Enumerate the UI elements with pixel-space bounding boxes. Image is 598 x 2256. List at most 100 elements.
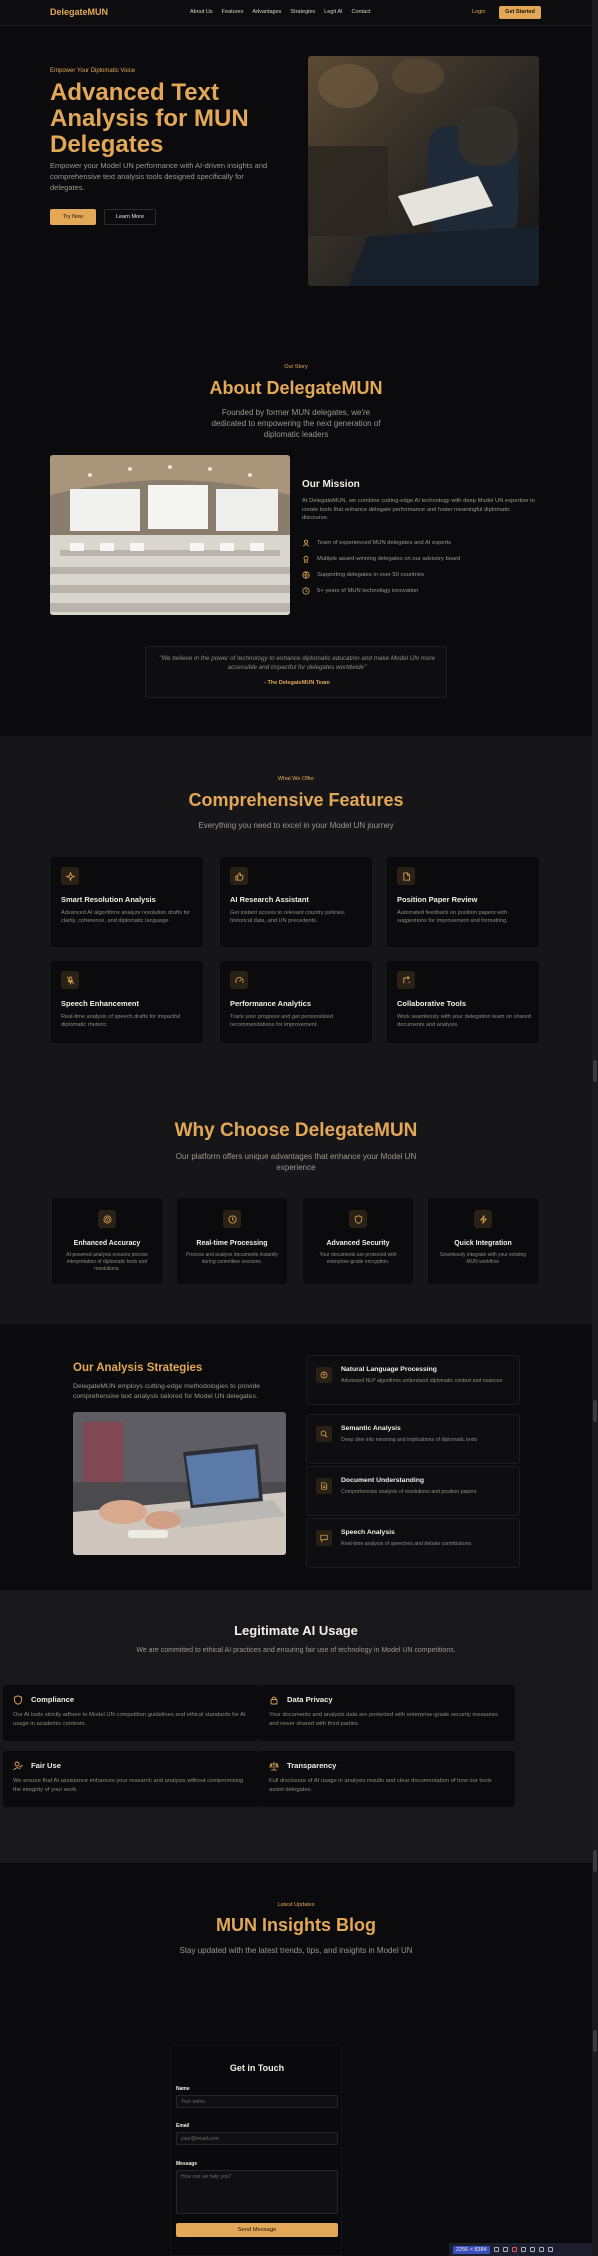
grid-icon[interactable] [520, 2247, 526, 2252]
legit-card-title: Fair Use [31, 1761, 61, 1770]
hero-subtitle: Empower your Model UN performance with A… [50, 161, 268, 192]
sparkle-icon [65, 871, 75, 881]
nav-link-about[interactable]: About Us [190, 9, 213, 15]
mission-point-text: Multiple award-winning delegates on our … [317, 556, 461, 562]
name-field[interactable]: Your name [176, 2095, 338, 2108]
mission-point: Supporting delegates in over 50 countrie… [302, 567, 538, 583]
conference-hall-photo [50, 455, 290, 615]
feature-card[interactable]: AI Research Assistant Get instant access… [220, 857, 372, 947]
strategy-card[interactable]: Speech Analysis Real-time analysis of sp… [306, 1518, 520, 1568]
nav-link-features[interactable]: Features [222, 9, 244, 15]
login-link[interactable]: Login [472, 9, 485, 15]
mission-points: Team of experienced MUN delegates and AI… [302, 535, 538, 599]
hero-photo-delegates [308, 56, 539, 286]
about-title: About DelegateMUN [209, 378, 383, 398]
share-icon [402, 975, 410, 983]
mission-point-text: 5+ years of MUN technology innovation [317, 588, 419, 594]
strategy-card[interactable]: Natural Language Processing Advanced NLP… [306, 1355, 520, 1405]
get-started-button[interactable]: Get Started [499, 6, 541, 19]
legit-card-desc: Our AI tools strictly adhere to Model UN… [13, 1712, 246, 1727]
feature-card[interactable]: Position Paper Review Automated feedback… [387, 857, 539, 947]
why-subtitle: Our platform offers unique advantages th… [175, 1152, 417, 1172]
strategy-desc: Comprehensive analysis of resolutions an… [341, 1489, 477, 1495]
send-message-button[interactable]: Send Message [176, 2223, 338, 2237]
mission-point: 5+ years of MUN technology innovation [302, 583, 538, 599]
advantage-title: Quick Integration [454, 1240, 512, 1247]
strategy-title: Document Understanding [341, 1477, 425, 1484]
thumbs-up-icon [234, 871, 244, 881]
nav-link-contact[interactable]: Contact [352, 9, 371, 15]
advantage-desc: AI-powered analysis ensures precise inte… [66, 1252, 148, 1272]
target-icon [103, 1215, 111, 1223]
feature-desc: Advanced AI algorithms analyze resolutio… [61, 910, 191, 924]
advantage-card[interactable]: Enhanced Accuracy AI-powered analysis en… [52, 1198, 162, 1284]
feature-desc: Get instant access to relevant country p… [230, 910, 346, 924]
advantage-card[interactable]: Real-time Processing Process and analyze… [177, 1198, 287, 1284]
quote-author: - The DelegateMUN Team [264, 680, 330, 686]
legit-card-desc: Your documents and analysis data are pro… [269, 1712, 498, 1727]
quote-text: "We believe in the power of technology t… [159, 655, 435, 671]
strategy-card[interactable]: Semantic Analysis Deep dive into meaning… [306, 1414, 520, 1464]
contact-form: Get in Touch Name Your name Email your@e… [170, 2045, 342, 2256]
about-eyebrow: Our Story [284, 364, 308, 370]
legit-card[interactable]: Compliance Our AI tools strictly adhere … [3, 1685, 259, 1741]
hero-title: Advanced Text Analysis for MUN Delegates [50, 79, 249, 158]
shield-icon [354, 1214, 362, 1224]
feature-desc: Track your progress and get personalized… [230, 1014, 334, 1028]
learn-more-button[interactable]: Learn More [104, 209, 156, 225]
legit-card[interactable]: Data Privacy Your documents and analysis… [259, 1685, 515, 1741]
legit-subtitle: We are committed to ethical AI practices… [136, 1647, 456, 1654]
strategy-title: Natural Language Processing [341, 1366, 437, 1373]
name-label: Name [176, 2086, 190, 2092]
feature-title: Position Paper Review [397, 895, 478, 904]
advantage-card[interactable]: Advanced Security Your documents are pro… [303, 1198, 413, 1284]
try-now-button[interactable]: Try Now [50, 209, 96, 225]
strategy-title: Speech Analysis [341, 1529, 395, 1536]
nav-link-strategies[interactable]: Strategies [290, 9, 315, 15]
mission-title: Our Mission [302, 479, 360, 490]
strategies-subtitle: DelegateMUN employs cutting-edge methodo… [73, 1383, 261, 1400]
team-quote: "We believe in the power of technology t… [145, 646, 447, 698]
page-scrollbar[interactable] [592, 0, 598, 2256]
strategy-title: Semantic Analysis [341, 1425, 401, 1432]
legit-title: Legitimate AI Usage [234, 1623, 358, 1638]
legit-card-title: Data Privacy [287, 1695, 333, 1704]
feature-desc: Real-time analysis of speech drafts for … [61, 1014, 181, 1028]
gauge-icon [235, 976, 243, 983]
email-field[interactable]: your@email.com [176, 2132, 338, 2145]
legit-card[interactable]: Transparency Full disclosure of AI usage… [259, 1751, 515, 1807]
edit-icon[interactable] [538, 2247, 544, 2252]
shield-icon [13, 1695, 23, 1705]
feature-card[interactable]: Speech Enhancement Real-time analysis of… [51, 961, 203, 1043]
strategies-title: Our Analysis Strategies [73, 1362, 203, 1374]
nav-link-legit-ai[interactable]: Legit AI [324, 9, 342, 15]
document-icon [402, 871, 410, 881]
strategy-card[interactable]: Document Understanding Comprehensive ana… [306, 1466, 520, 1516]
feature-title: Collaborative Tools [397, 999, 467, 1008]
mission-point-text: Team of experienced MUN delegates and AI… [317, 540, 452, 546]
mission-point: Team of experienced MUN delegates and AI… [302, 535, 538, 551]
legit-card[interactable]: Fair Use We ensure that AI assistance en… [3, 1751, 259, 1807]
advantage-desc: Your documents are protected with enterp… [319, 1252, 397, 1265]
advantage-title: Enhanced Accuracy [73, 1240, 141, 1247]
crop-icon[interactable] [502, 2247, 508, 2252]
legit-card-desc: Full disclosure of AI usage in analysis … [269, 1778, 492, 1793]
brand-logo[interactable]: DelegateMUN [50, 7, 108, 17]
laptop-meeting-photo [73, 1412, 286, 1555]
record-icon[interactable] [511, 2247, 517, 2252]
legit-card-title: Compliance [31, 1695, 75, 1704]
settings-icon[interactable] [547, 2247, 553, 2252]
hero-eyebrow: Empower Your Diplomatic Voice [50, 68, 136, 74]
brain-icon [320, 1371, 328, 1379]
nav-link-advantages[interactable]: Advantages [252, 9, 281, 15]
mission-point-text: Supporting delegates in over 50 countrie… [317, 572, 424, 578]
feature-card[interactable]: Smart Resolution Analysis Advanced AI al… [51, 857, 203, 947]
message-field[interactable]: How can we help you? [176, 2170, 338, 2214]
close-icon[interactable] [529, 2247, 535, 2252]
feature-card[interactable]: Collaborative Tools Work seamlessly with… [387, 961, 539, 1043]
user-check-icon [13, 1761, 23, 1771]
chat-icon [320, 1534, 328, 1542]
fit-icon[interactable] [493, 2247, 499, 2252]
feature-card[interactable]: Performance Analytics Track your progres… [220, 961, 372, 1043]
advantage-card[interactable]: Quick Integration Seamlessly integrate w… [428, 1198, 538, 1284]
